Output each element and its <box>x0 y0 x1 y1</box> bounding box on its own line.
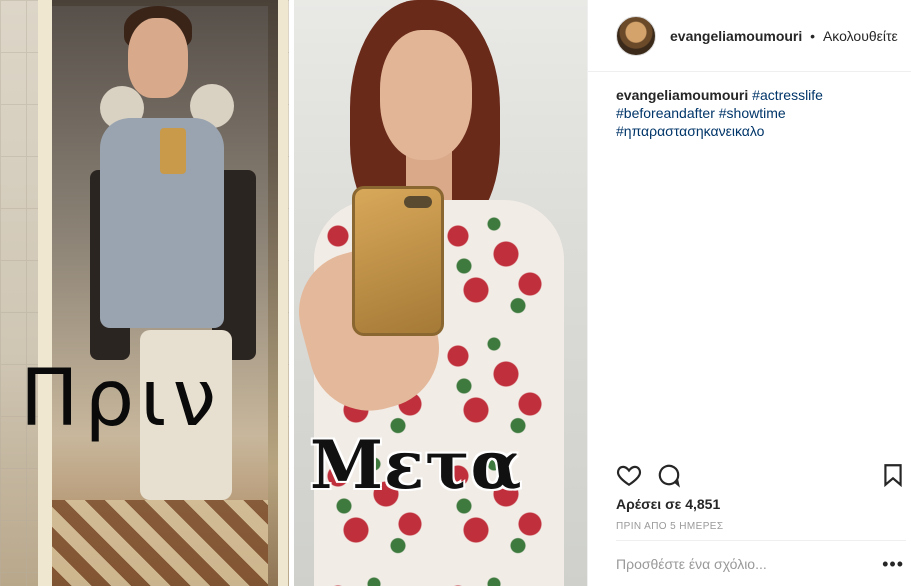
post-caption: evangeliamoumouri #actresslife #beforean… <box>616 86 896 140</box>
after-caption: Μετα <box>310 426 523 504</box>
likes-count[interactable]: Αρέσει σε 4,851 <box>616 496 720 512</box>
comment-icon[interactable] <box>656 462 682 488</box>
header-text: evangeliamoumouri • Ακολουθείτε <box>670 28 898 44</box>
hashtag-link[interactable]: #showtime <box>719 105 786 121</box>
username-link[interactable]: evangeliamoumouri <box>670 28 802 44</box>
post-header: evangeliamoumouri • Ακολουθείτε <box>588 0 911 72</box>
following-button[interactable]: Ακολουθείτε <box>823 28 898 44</box>
comment-bar: ••• <box>616 540 906 586</box>
heart-icon[interactable] <box>616 462 642 488</box>
action-bar <box>616 462 906 490</box>
separator: • <box>810 27 816 44</box>
post-sidebar: evangeliamoumouri • Ακολουθείτε evangeli… <box>587 0 911 586</box>
hashtag-link[interactable]: #ηπαραστασηκανεικαλο <box>616 123 764 139</box>
post-media[interactable]: Πριν Μετα <box>0 0 587 586</box>
bookmark-icon[interactable] <box>880 462 906 488</box>
hashtag-link[interactable]: #beforeandafter <box>616 105 715 121</box>
before-photo <box>0 0 289 586</box>
floor-tiles <box>52 500 268 586</box>
before-caption: Πριν <box>20 354 223 444</box>
avatar[interactable] <box>616 15 656 56</box>
caption-username[interactable]: evangeliamoumouri <box>616 87 748 103</box>
hashtag-link[interactable]: #actresslife <box>752 87 823 103</box>
post-timestamp: ΠΡΙΝ ΑΠΟ 5 ΗΜΕΡΕΣ <box>616 521 724 532</box>
comment-input[interactable] <box>616 555 856 572</box>
more-options-icon[interactable]: ••• <box>882 555 904 573</box>
